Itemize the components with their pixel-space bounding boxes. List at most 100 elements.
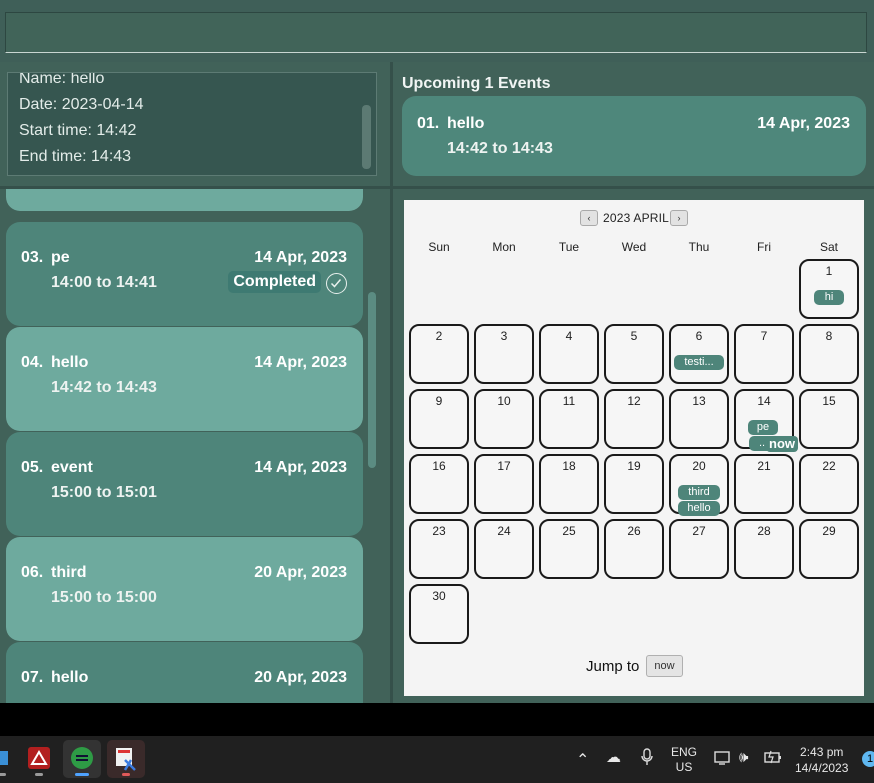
event-name: pe xyxy=(51,249,70,266)
calendar-day-cell[interactable]: 8 xyxy=(799,324,859,384)
volume-icon[interactable]: 🕪 xyxy=(739,749,748,766)
result-line: Name: hello xyxy=(19,72,105,87)
result-panel: Name: hello Date: 2023-04-14 Start time:… xyxy=(0,62,390,186)
event-date: 14 Apr, 2023 xyxy=(254,249,347,266)
calendar-day-cell[interactable]: 17 xyxy=(474,454,534,514)
command-input[interactable] xyxy=(5,12,867,53)
jump-now-button[interactable]: now xyxy=(646,655,683,677)
event-name: hello xyxy=(51,669,89,686)
event-name: event xyxy=(51,459,93,476)
result-line: End time: 14:43 xyxy=(19,148,132,165)
calendar-day-cell[interactable]: 13 xyxy=(669,389,729,449)
event-index: 01. xyxy=(417,115,440,132)
taskbar-app-tool[interactable] xyxy=(107,740,145,778)
chevron-up-icon[interactable]: ⌃ xyxy=(576,750,589,770)
calendar-day-cell[interactable]: 29 xyxy=(799,519,859,579)
notification-badge[interactable]: 1 xyxy=(862,751,874,767)
calendar-day-cell[interactable]: 1 hi xyxy=(799,259,859,319)
event-date: 14 Apr, 2023 xyxy=(254,354,347,371)
day-number: 29 xyxy=(822,524,836,538)
clock-date: 14/4/2023 xyxy=(795,761,849,775)
command-bar xyxy=(0,0,874,62)
calendar-day-cell[interactable]: 6 testi... xyxy=(669,324,729,384)
calendar-day-cell[interactable]: 11 xyxy=(539,389,599,449)
calendar-day-cell[interactable]: 24 xyxy=(474,519,534,579)
calendar-day-cell[interactable]: 2 xyxy=(409,324,469,384)
day-number: 18 xyxy=(562,459,576,473)
prev-month-button[interactable]: ‹ xyxy=(580,210,598,226)
event-card[interactable]: 07. hello 20 Apr, 2023 xyxy=(6,642,363,703)
calendar-day-cell[interactable]: 19 xyxy=(604,454,664,514)
event-name: hello xyxy=(51,354,89,371)
event-index: 05. xyxy=(21,459,44,476)
day-number: 3 xyxy=(500,329,508,343)
day-number: 28 xyxy=(757,524,771,538)
event-list: 03. pe 14 Apr, 2023 14:00 to 14:41 Compl… xyxy=(0,189,390,703)
calendar-day-cell[interactable]: 3 xyxy=(474,324,534,384)
day-number: 8 xyxy=(825,329,833,343)
event-time: 14:42 to 14:43 xyxy=(447,140,553,157)
result-scrollbar[interactable] xyxy=(362,105,371,169)
region-code: US xyxy=(675,760,693,774)
calendar-day-cell[interactable]: 10 xyxy=(474,389,534,449)
calendar-day-cell[interactable]: 23 xyxy=(409,519,469,579)
language-indicator[interactable]: ENG US xyxy=(671,745,697,775)
calendar-event-chip[interactable]: hello xyxy=(678,501,720,516)
day-number: 21 xyxy=(757,459,771,473)
calendar-day-cell[interactable]: 26 xyxy=(604,519,664,579)
day-number: 24 xyxy=(497,524,511,538)
now-marker: now xyxy=(766,436,798,452)
day-number: 26 xyxy=(627,524,641,538)
calendar-day-cell[interactable]: 4 xyxy=(539,324,599,384)
calendar-day-cell[interactable]: 27 xyxy=(669,519,729,579)
taskbar-app-pdf[interactable] xyxy=(20,740,58,778)
event-card[interactable]: 04. hello 14 Apr, 2023 14:42 to 14:43 xyxy=(6,327,363,431)
calendar-day-cell[interactable]: 9 xyxy=(409,389,469,449)
event-card[interactable]: 06. third 20 Apr, 2023 15:00 to 15:00 xyxy=(6,537,363,641)
calendar-event-chip[interactable]: testi... xyxy=(674,355,724,370)
calendar-month-label: 2023 APRIL xyxy=(603,211,670,225)
calendar-day-cell[interactable]: 15 xyxy=(799,389,859,449)
event-date: 20 Apr, 2023 xyxy=(254,669,347,686)
result-display[interactable]: Name: hello Date: 2023-04-14 Start time:… xyxy=(7,72,377,176)
calendar-day-cell[interactable]: 7 xyxy=(734,324,794,384)
calendar-day-cell[interactable]: 22 xyxy=(799,454,859,514)
upcoming-title: Upcoming 1 Events xyxy=(402,75,551,92)
calendar-event-chip[interactable]: third xyxy=(678,485,720,500)
calendar-event-chip[interactable]: hi xyxy=(814,290,844,305)
completed-badge: Completed xyxy=(228,271,321,293)
calendar: ‹ 2023 APRIL › Sun Mon Tue Wed Thu Fri Sat 1 hi… xyxy=(404,200,864,696)
black-bar xyxy=(0,703,874,736)
calendar-day-cell[interactable]: 12 xyxy=(604,389,664,449)
day-number: 14 xyxy=(757,394,771,408)
event-card[interactable]: 05. event 14 Apr, 2023 15:00 to 15:01 xyxy=(6,432,363,536)
clock[interactable]: 2:43 pm 14/4/2023 xyxy=(795,744,848,776)
event-date: 20 Apr, 2023 xyxy=(254,564,347,581)
calendar-day-cell[interactable]: 5 xyxy=(604,324,664,384)
result-line: Start time: 14:42 xyxy=(19,122,137,139)
calendar-day-cell[interactable]: 16 xyxy=(409,454,469,514)
battery-icon[interactable] xyxy=(763,750,783,767)
network-icon[interactable] xyxy=(714,750,732,769)
upcoming-event-card[interactable]: 01. hello 14 Apr, 2023 14:42 to 14:43 xyxy=(402,96,866,176)
event-time: 14:42 to 14:43 xyxy=(51,379,157,396)
calendar-day-cell[interactable]: 25 xyxy=(539,519,599,579)
event-card-partial[interactable] xyxy=(6,189,363,211)
weekday-label: Wed xyxy=(621,240,647,254)
event-card[interactable]: 03. pe 14 Apr, 2023 14:00 to 14:41 Compl… xyxy=(6,222,363,326)
calendar-day-cell[interactable]: 18 xyxy=(539,454,599,514)
event-list-scrollbar[interactable] xyxy=(368,292,376,468)
calendar-day-cell[interactable]: 30 xyxy=(409,584,469,644)
calendar-event-chip[interactable]: pe xyxy=(748,420,778,435)
taskbar-app-explorer[interactable] xyxy=(0,740,14,778)
cloud-icon[interactable]: ☁ xyxy=(606,748,621,766)
calendar-day-cell[interactable]: 28 xyxy=(734,519,794,579)
event-index: 07. xyxy=(21,669,44,686)
taskbar-app-java[interactable] xyxy=(63,740,101,778)
weekday-label: Tue xyxy=(558,240,580,254)
calendar-day-cell[interactable]: 21 xyxy=(734,454,794,514)
calendar-day-cell[interactable]: 20 third hello xyxy=(669,454,729,516)
taskbar: ⌃ ☁ ENG US 🕪 2:43 pm 14/4/2023 1 xyxy=(0,736,874,783)
next-month-button[interactable]: › xyxy=(670,210,688,226)
microphone-icon[interactable] xyxy=(640,748,654,770)
